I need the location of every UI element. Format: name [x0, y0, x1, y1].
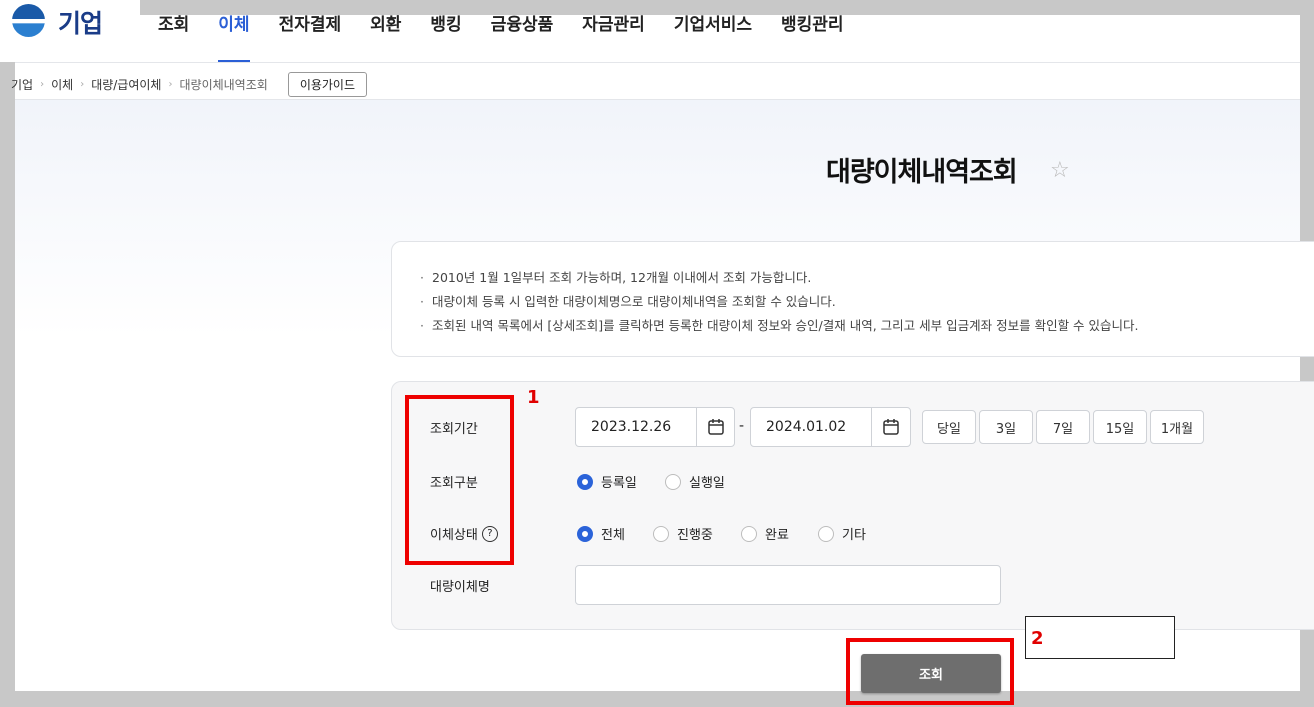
radio-unchecked-icon	[653, 525, 669, 542]
bulk-transfer-name-input[interactable]	[575, 565, 1001, 605]
period-button-15days[interactable]: 15일	[1093, 410, 1147, 444]
bulk-transfer-name-label: 대량이체명	[430, 580, 490, 595]
user-guide-button[interactable]: 이용가이드	[287, 72, 368, 97]
chevron-right-icon: ›	[40, 79, 45, 90]
notice-line: 대량이체 등록 시 입력한 대량이체명으로 대량이체내역을 조회할 수 있습니다…	[420, 290, 1314, 314]
calendar-icon[interactable]	[696, 408, 734, 446]
nav-divider	[15, 62, 1300, 63]
chevron-right-icon: ›	[168, 79, 173, 90]
breadcrumb-item-bulk-transfer[interactable]: 대량/급여이체	[91, 76, 161, 93]
nav-item-fund-management[interactable]: 자금관리	[582, 10, 645, 60]
annotation-marker-1: 1	[527, 387, 540, 408]
calendar-icon[interactable]	[871, 408, 909, 446]
nav-item-inquiry[interactable]: 조회	[158, 10, 189, 60]
annotation-box-1	[405, 395, 514, 565]
nav-item-business-services[interactable]: 기업서비스	[674, 10, 752, 60]
notice-line: 조회된 내역 목록에서 [상세조회]를 클릭하면 등록한 대량이체 정보와 승인…	[420, 314, 1314, 338]
start-date-value: 2023.12.26	[591, 419, 672, 435]
radio-label: 등록일	[601, 476, 637, 491]
annotation-marker-2: 2	[1031, 628, 1044, 649]
logo[interactable]: 기업	[0, 0, 140, 62]
radio-execution-date[interactable]: 실행일	[665, 472, 725, 491]
nav-item-epayment[interactable]: 전자결제	[279, 10, 342, 60]
notice-line: 2010년 1월 1일부터 조회 가능하며, 12개월 이내에서 조회 가능합니…	[420, 266, 1314, 290]
nav-item-banking-management[interactable]: 뱅킹관리	[781, 10, 844, 60]
annotation-callout-box	[1025, 616, 1175, 659]
radio-checked-icon	[577, 473, 593, 490]
star-icon[interactable]: ☆	[1050, 158, 1070, 183]
nav-item-banking[interactable]: 뱅킹	[430, 10, 461, 60]
logo-icon	[12, 4, 45, 37]
top-navigation: 조회 이체 전자결제 외환 뱅킹 금융상품 자금관리 기업서비스 뱅킹관리	[158, 10, 873, 62]
breadcrumb-divider	[15, 99, 1300, 100]
annotation-box-2	[846, 638, 1014, 705]
radio-registration-date[interactable]: 등록일	[577, 472, 637, 491]
radio-label: 완료	[765, 528, 789, 543]
breadcrumb-item-current: 대량이체내역조회	[179, 78, 268, 92]
logo-text: 기업	[58, 9, 103, 38]
radio-unchecked-icon	[818, 525, 834, 542]
radio-status-other[interactable]: 기타	[818, 524, 866, 543]
nav-item-forex[interactable]: 외환	[370, 10, 401, 60]
period-button-today[interactable]: 당일	[922, 410, 976, 444]
nav-item-products[interactable]: 금융상품	[491, 10, 554, 60]
date-separator: -	[739, 418, 745, 434]
radio-label: 실행일	[689, 476, 725, 491]
breadcrumb-item-business[interactable]: 기업	[11, 76, 33, 93]
period-button-3days[interactable]: 3일	[979, 410, 1033, 444]
radio-status-all[interactable]: 전체	[577, 524, 625, 543]
page-title: 대량이체내역조회	[826, 157, 1018, 188]
radio-status-complete[interactable]: 완료	[741, 524, 789, 543]
chevron-right-icon: ›	[80, 79, 85, 90]
radio-label: 전체	[601, 528, 625, 543]
end-date-value: 2024.01.02	[766, 419, 847, 435]
end-date-field[interactable]: 2024.01.02	[750, 407, 911, 447]
radio-label: 기타	[842, 528, 866, 543]
radio-label: 진행중	[677, 528, 713, 543]
start-date-field[interactable]: 2023.12.26	[575, 407, 735, 447]
notice-box: 2010년 1월 1일부터 조회 가능하며, 12개월 이내에서 조회 가능합니…	[391, 241, 1314, 357]
radio-unchecked-icon	[665, 473, 681, 490]
breadcrumb: 기업 › 이체 › 대량/급여이체 › 대량이체내역조회 이용가이드	[11, 72, 368, 97]
period-button-7days[interactable]: 7일	[1036, 410, 1090, 444]
breadcrumb-item-transfer[interactable]: 이체	[51, 76, 73, 93]
nav-item-transfer[interactable]: 이체	[218, 10, 250, 62]
period-button-1month[interactable]: 1개월	[1150, 410, 1204, 444]
radio-unchecked-icon	[741, 525, 757, 542]
radio-status-in-progress[interactable]: 진행중	[653, 524, 713, 543]
radio-checked-icon	[577, 525, 593, 542]
